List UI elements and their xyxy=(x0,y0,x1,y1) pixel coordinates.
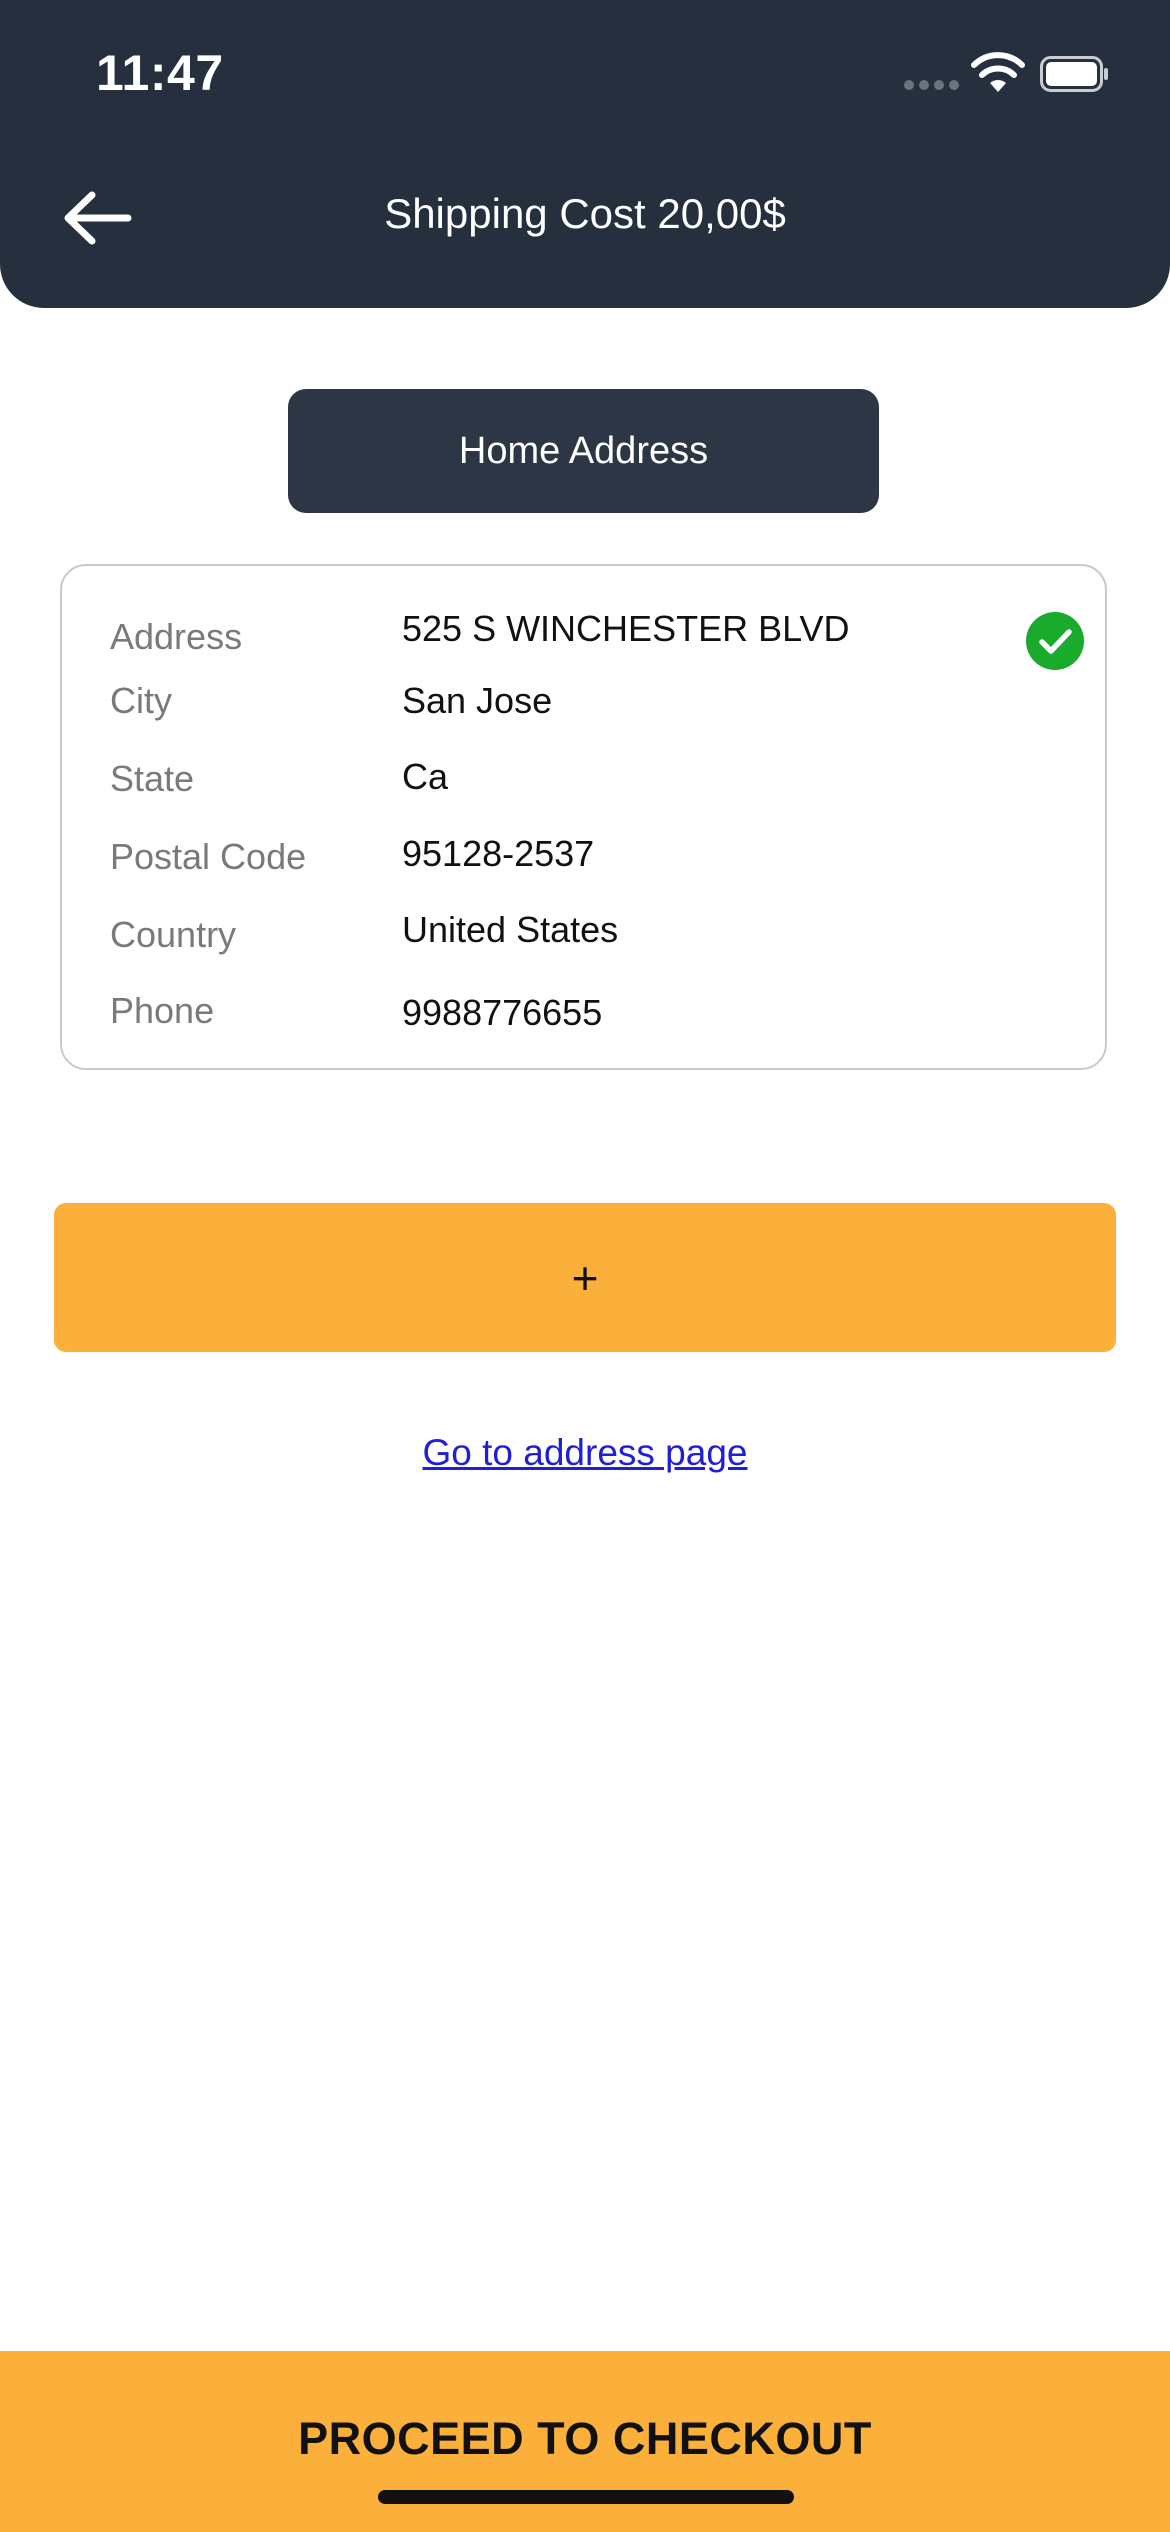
postal-code-label: Postal Code xyxy=(110,836,307,877)
battery-icon xyxy=(1040,56,1108,92)
state-label: State xyxy=(110,758,195,799)
go-to-address-page-link[interactable]: Go to address page xyxy=(0,1432,1170,1474)
address-card[interactable]: Address 525 S WINCHESTER BLVD City San J… xyxy=(60,564,1107,1070)
postal-code-value: 95128-2537 xyxy=(402,833,595,874)
city-label: City xyxy=(110,680,172,721)
app-header: 11:47 Shipping Cost 20,00$ xyxy=(0,0,1170,308)
country-label: Country xyxy=(110,914,237,955)
home-indicator[interactable] xyxy=(378,2490,794,2504)
phone-label: Phone xyxy=(110,990,215,1031)
phone-value: 9988776655 xyxy=(402,992,603,1033)
address-label: Address xyxy=(110,616,243,657)
address-value: 525 S WINCHESTER BLVD xyxy=(402,608,850,649)
wifi-icon xyxy=(971,52,1025,92)
city-value: San Jose xyxy=(402,680,553,721)
check-circle-icon xyxy=(1026,612,1084,670)
checkout-button-label: PROCEED TO CHECKOUT xyxy=(298,2413,872,2464)
cellular-signal-icon xyxy=(904,80,960,90)
add-address-button[interactable]: + xyxy=(54,1203,1116,1352)
home-address-button[interactable]: Home Address xyxy=(288,389,879,513)
country-value: United States xyxy=(402,909,619,950)
status-time: 11:47 xyxy=(96,45,224,101)
page-title: Shipping Cost 20,00$ xyxy=(384,190,786,237)
state-value: Ca xyxy=(402,756,449,797)
proceed-to-checkout-button[interactable]: PROCEED TO CHECKOUT xyxy=(0,2351,1170,2532)
